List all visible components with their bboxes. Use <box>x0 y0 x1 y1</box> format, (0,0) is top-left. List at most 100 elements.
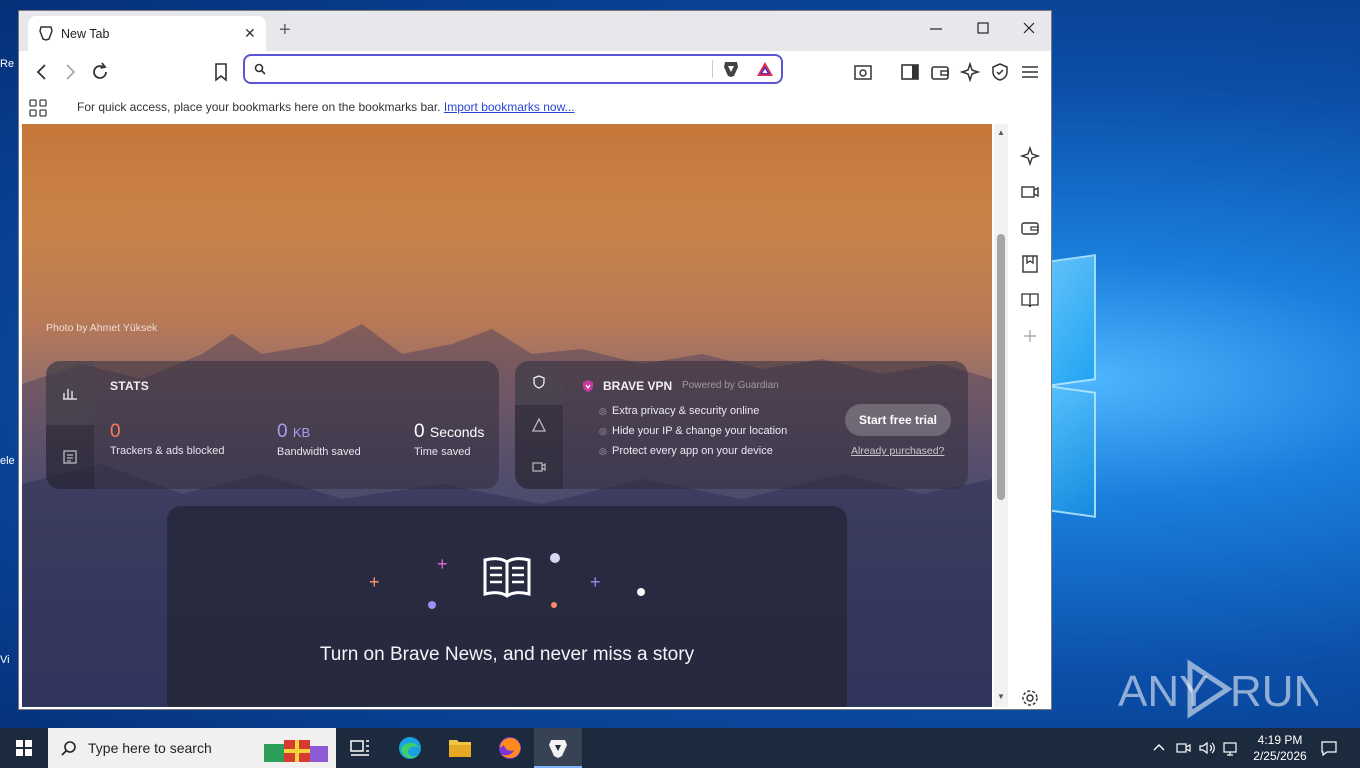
vpn-widget: BRAVE VPN Powered by Guardian ◎ Extra pri… <box>515 361 968 489</box>
right-sidebar <box>1010 124 1051 707</box>
taskbar-clock[interactable]: 4:19 PM 2/25/2026 <box>1240 732 1320 764</box>
toolbar <box>19 51 1051 93</box>
tab-strip: New Tab ✕ + <box>19 11 1051 51</box>
clock-date: 2/25/2026 <box>1253 749 1307 763</box>
search-icon <box>254 63 266 75</box>
volume-icon[interactable] <box>1198 739 1216 757</box>
desktop-icon-label[interactable]: ele <box>0 455 15 467</box>
network-icon[interactable] <box>1222 739 1240 757</box>
wallet-icon[interactable] <box>929 61 951 83</box>
clock-time: 4:19 PM <box>1257 733 1303 747</box>
brave-rewards-triangle-icon[interactable] <box>756 61 774 77</box>
desktop-icon-label[interactable]: Vi <box>0 654 10 666</box>
taskbar-brave-active[interactable] <box>534 728 582 768</box>
sparkle-plus-icon: + <box>369 572 380 592</box>
bar-chart-icon <box>63 389 77 400</box>
sidebar-settings-gear-icon[interactable] <box>1020 688 1040 708</box>
bookmarks-hint-text: For quick access, place your bookmarks h… <box>77 100 441 114</box>
time-unit: Seconds <box>429 424 485 440</box>
tab-search-icon[interactable] <box>852 61 874 83</box>
tab-title: New Tab <box>61 27 110 41</box>
file-explorer-icon[interactable] <box>436 728 484 768</box>
desktop-icon-label[interactable]: Re <box>0 58 14 70</box>
scroll-down-arrow-icon[interactable]: ▼ <box>997 692 1005 701</box>
sparkle-dot-icon <box>550 553 560 563</box>
address-divider <box>712 60 713 78</box>
add-sidebar-item-icon[interactable] <box>1020 326 1040 346</box>
wallet-icon[interactable] <box>1020 218 1040 238</box>
back-arrow-icon[interactable] <box>31 61 53 83</box>
time-value: 0 <box>414 421 425 442</box>
taskbar-search-box[interactable]: Type here to search <box>48 728 336 768</box>
scroll-up-arrow-icon[interactable]: ▲ <box>997 128 1005 137</box>
new-tab-plus-icon[interactable]: + <box>279 19 291 42</box>
sparkle-dot-icon <box>637 588 645 596</box>
taskbar-search-placeholder: Type here to search <box>88 740 212 756</box>
vpn-logo-icon <box>583 380 593 392</box>
windows-start-icon[interactable] <box>0 728 48 768</box>
vpn-feature: Extra privacy & security online <box>612 405 760 417</box>
check-shield-icon: ◎ <box>599 406 607 416</box>
vpn-shield-icon[interactable] <box>989 61 1011 83</box>
vpn-feature: Hide your IP & change your location <box>612 425 788 437</box>
tab-new-tab[interactable]: New Tab ✕ <box>28 16 266 51</box>
vpn-feature: Protect every app on your device <box>612 445 773 457</box>
windows-taskbar: Type here to search 4:19 PM 2/25/2026 <box>0 728 1360 768</box>
close-window-icon[interactable] <box>1022 21 1036 35</box>
already-purchased-link[interactable]: Already purchased? <box>851 445 944 457</box>
firefox-icon[interactable] <box>486 728 534 768</box>
bookmarks-panel-icon[interactable] <box>1020 254 1040 274</box>
guardian-logo-text: Guardian <box>737 380 779 391</box>
task-view-icon[interactable] <box>336 728 384 768</box>
leo-ai-icon[interactable] <box>1020 146 1040 166</box>
news-page-icon[interactable] <box>62 449 78 465</box>
sparkle-plus-icon: + <box>590 572 601 592</box>
reading-list-icon[interactable] <box>1020 290 1040 310</box>
meet-now-icon[interactable] <box>1175 739 1191 757</box>
shield-icon <box>533 375 545 389</box>
menu-hamburger-icon[interactable] <box>1019 61 1041 83</box>
brave-browser-window: New Tab ✕ + For quick access, place your… <box>18 10 1052 710</box>
action-center-notifications-icon[interactable] <box>1320 739 1338 757</box>
stats-title: STATS <box>110 379 150 393</box>
close-tab-icon[interactable]: ✕ <box>244 25 256 42</box>
reload-icon[interactable] <box>89 61 111 83</box>
start-free-trial-button[interactable]: Start free trial <box>845 404 951 436</box>
brave-news-headline: Turn on Brave News, and never miss a sto… <box>319 644 695 665</box>
minimize-icon[interactable] <box>929 21 943 35</box>
vpn-widget-sidebar <box>515 361 563 489</box>
stats-widget: STATS 0 Trackers & ads blocked 0 KB Band… <box>46 361 499 489</box>
gift-boxes-search-highlight-icon <box>264 740 328 762</box>
sparkle-dot-icon <box>551 602 557 608</box>
bookmarks-bar: For quick access, place your bookmarks h… <box>19 93 1051 123</box>
check-shield-icon: ◎ <box>599 446 607 456</box>
sparkle-dot-icon <box>428 601 436 609</box>
sidebar-toggle-icon[interactable] <box>899 61 921 83</box>
page-scrollbar[interactable]: ▲ ▼ <box>994 124 1008 707</box>
new-tab-page: Photo by Ahmet Yüksek STATS 0 Trackers &… <box>22 124 992 707</box>
edge-browser-icon[interactable] <box>386 728 434 768</box>
forward-arrow-icon[interactable] <box>59 61 81 83</box>
trackers-count: 0 <box>110 421 121 442</box>
leo-ai-icon[interactable] <box>959 61 981 83</box>
vpn-powered-by: Powered by <box>682 380 735 391</box>
show-hidden-icons-chevron-icon[interactable] <box>1152 739 1166 757</box>
photo-credit[interactable]: Photo by Ahmet Yüksek <box>46 322 157 334</box>
watermark-text-run: RUN <box>1230 667 1318 716</box>
trackers-label: Trackers & ads blocked <box>110 445 225 457</box>
rewards-triangle-icon[interactable] <box>532 418 546 432</box>
apps-grid-icon[interactable] <box>29 99 47 117</box>
video-call-icon[interactable] <box>532 460 546 474</box>
address-input[interactable] <box>279 59 683 81</box>
brave-news-card: + + + Turn on Brave News, and never miss… <box>167 506 847 707</box>
anyrun-watermark-logo: ANY RUN <box>1118 659 1318 719</box>
address-bar[interactable] <box>243 54 783 84</box>
maximize-icon[interactable] <box>976 21 990 35</box>
open-book-icon <box>483 557 531 598</box>
bookmark-icon[interactable] <box>210 61 232 83</box>
brave-talk-video-icon[interactable] <box>1020 182 1040 202</box>
scrollbar-thumb[interactable] <box>997 234 1005 500</box>
brave-shields-icon[interactable] <box>722 60 740 78</box>
import-bookmarks-link[interactable]: Import bookmarks now... <box>444 100 575 114</box>
brave-browser-icon <box>549 740 567 758</box>
